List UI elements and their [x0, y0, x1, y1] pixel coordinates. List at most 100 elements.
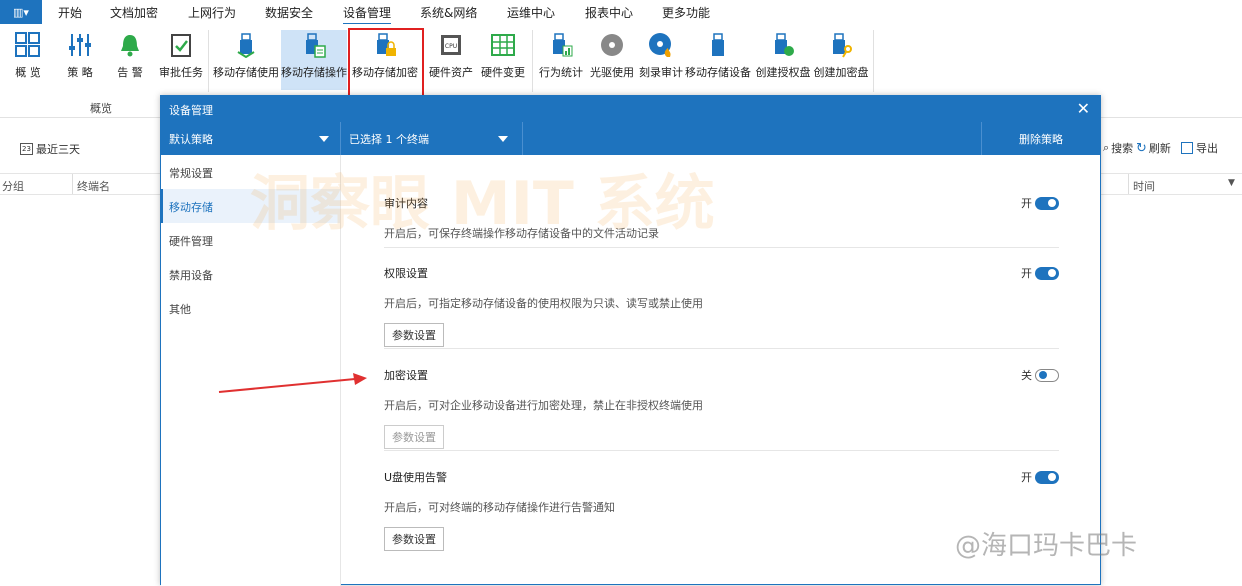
permission-settings-toggle[interactable]: 开: [1021, 265, 1059, 281]
section-description: 开启后，可对终端的移动存储操作进行告警通知: [384, 501, 615, 514]
param-settings-button[interactable]: 参数设置: [384, 527, 444, 551]
section-description: 开启后，可指定移动存储设备的使用权限为只读、读写或禁止使用: [384, 297, 703, 310]
toggle-switch[interactable]: [1035, 470, 1059, 484]
refresh-button[interactable]: ↻ 刷新: [1136, 140, 1171, 156]
approval-task-button[interactable]: 审批任务: [158, 30, 204, 90]
overview-button[interactable]: 概 览: [8, 30, 48, 90]
section-divider: [384, 450, 1059, 451]
usb-icon: [703, 30, 733, 60]
chevron-down-icon: [319, 136, 329, 142]
mobile-storage-device-label: 移动存储设备: [685, 66, 751, 79]
usb-alert-toggle[interactable]: 开: [1021, 469, 1059, 485]
close-icon[interactable]: ✕: [1077, 99, 1090, 118]
menu-more[interactable]: 更多功能: [662, 4, 710, 21]
export-button[interactable]: 导出: [1181, 140, 1218, 156]
dialog-toolbar: 默认策略 已选择 1 个终端 删除策略: [161, 122, 1100, 155]
toggle-state-label: 关: [1021, 369, 1032, 382]
toggle-switch[interactable]: [1035, 266, 1059, 280]
usb-plus-icon: [768, 30, 798, 60]
ribbon-group-label: 概览: [90, 102, 112, 115]
app-menu-button[interactable]: ▥▾: [0, 0, 42, 24]
clipboard-check-icon: [166, 30, 196, 60]
date-filter[interactable]: 23 最近三天: [20, 141, 80, 157]
usb-download-icon: [231, 30, 261, 60]
behavior-stats-button[interactable]: 行为统计: [538, 30, 584, 90]
usb-stats-icon: [546, 30, 576, 60]
col-terminal[interactable]: 终端名: [77, 178, 110, 194]
section-title: 加密设置: [384, 369, 428, 382]
param-settings-button[interactable]: 参数设置: [384, 425, 444, 449]
audit-content-toggle[interactable]: 开: [1021, 195, 1059, 211]
disc-icon: [597, 30, 627, 60]
mobile-storage-usage-label: 移动存储使用: [213, 66, 279, 79]
toggle-switch[interactable]: [1035, 368, 1059, 382]
section-divider: [384, 348, 1059, 349]
overview-label: 概 览: [15, 66, 41, 79]
policy-button[interactable]: 策 略: [60, 30, 100, 90]
section-divider: [384, 247, 1059, 248]
mobile-storage-usage-button[interactable]: 移动存储使用: [213, 30, 279, 90]
col-time-dropdown-icon[interactable]: ▼: [1228, 178, 1235, 188]
hardware-assets-button[interactable]: CPU 硬件资产: [428, 30, 474, 90]
sidebar-item-disabled-devices[interactable]: 禁用设备: [161, 257, 340, 291]
sidebar-item-other[interactable]: 其他: [161, 291, 340, 325]
menu-web-behavior[interactable]: 上网行为: [188, 4, 236, 21]
dialog-titlebar: 设备管理: [161, 96, 1100, 122]
usb-key-icon: [826, 30, 856, 60]
bell-icon: [115, 30, 145, 60]
mobile-storage-operation-button[interactable]: 移动存储操作: [281, 30, 347, 90]
delete-policy-button[interactable]: 删除策略: [981, 122, 1100, 155]
section-description: 开启后，可对企业移动设备进行加密处理，禁止在非授权终端使用: [384, 399, 703, 412]
col-time[interactable]: 时间: [1133, 178, 1155, 194]
menu-start[interactable]: 开始: [58, 4, 82, 21]
menu-ops-center[interactable]: 运维中心: [507, 4, 555, 21]
calendar-icon: 23: [20, 143, 33, 155]
approval-task-label: 审批任务: [159, 66, 203, 79]
create-auth-disk-button[interactable]: 创建授权盘: [755, 30, 811, 90]
policy-select-value: 默认策略: [169, 132, 213, 146]
cpu-icon: CPU: [436, 30, 466, 60]
delete-policy-label: 删除策略: [1019, 132, 1063, 146]
optical-drive-button[interactable]: 光驱使用: [589, 30, 635, 90]
alert-label: 告 警: [117, 66, 143, 79]
grid-table-icon: [488, 30, 518, 60]
red-arrow-annotation: [218, 373, 367, 393]
section-title: U盘使用告警: [384, 471, 448, 484]
date-filter-label: 最近三天: [36, 143, 80, 156]
col-group[interactable]: 分组: [2, 178, 24, 194]
create-auth-disk-label: 创建授权盘: [755, 66, 811, 79]
burn-audit-button[interactable]: 刻录审计: [638, 30, 684, 90]
toggle-state-label: 开: [1021, 471, 1032, 484]
chevron-down-icon: [498, 136, 508, 142]
permission-settings-section: 权限设置 开 开启后，可指定移动存储设备的使用权限为只读、读写或禁止使用 参数设…: [384, 265, 1059, 365]
optical-drive-label: 光驱使用: [590, 66, 634, 79]
refresh-label: 刷新: [1148, 142, 1171, 155]
hardware-change-label: 硬件变更: [481, 66, 525, 79]
toggle-switch[interactable]: [1035, 196, 1059, 210]
encryption-settings-toggle[interactable]: 关: [1021, 367, 1059, 383]
disc-fire-icon: [646, 30, 676, 60]
param-settings-button[interactable]: 参数设置: [384, 323, 444, 347]
create-encrypted-disk-label: 创建加密盘: [813, 66, 869, 79]
create-encrypted-disk-button[interactable]: 创建加密盘: [813, 30, 869, 90]
ribbon-separator: [873, 30, 874, 92]
encryption-settings-section: 加密设置 关 开启后，可对企业移动设备进行加密处理，禁止在非授权终端使用 参数设…: [384, 367, 1059, 467]
ribbon-separator: [532, 30, 533, 92]
usb-doc-icon: [299, 30, 329, 60]
policy-select[interactable]: 默认策略: [161, 122, 341, 155]
search-button[interactable]: ⌕ 搜索: [1103, 140, 1133, 156]
menu-system-network[interactable]: 系统&网络: [420, 4, 477, 21]
menu-doc-encrypt[interactable]: 文档加密: [110, 4, 158, 21]
menu-device-management[interactable]: 设备管理: [343, 4, 392, 25]
menu-data-security[interactable]: 数据安全: [265, 4, 313, 21]
alert-button[interactable]: 告 警: [110, 30, 150, 90]
brand-watermark: @海口玛卡巴卡: [955, 531, 1138, 561]
svg-text:CPU: CPU: [445, 43, 457, 50]
menu-report-center[interactable]: 报表中心: [585, 4, 633, 21]
terminal-select[interactable]: 已选择 1 个终端: [341, 122, 523, 155]
burn-audit-label: 刻录审计: [639, 66, 683, 79]
hardware-change-button[interactable]: 硬件变更: [480, 30, 526, 90]
mobile-storage-operation-label: 移动存储操作: [281, 66, 347, 79]
mobile-storage-device-button[interactable]: 移动存储设备: [685, 30, 751, 90]
overview-grid-icon: [13, 30, 43, 60]
